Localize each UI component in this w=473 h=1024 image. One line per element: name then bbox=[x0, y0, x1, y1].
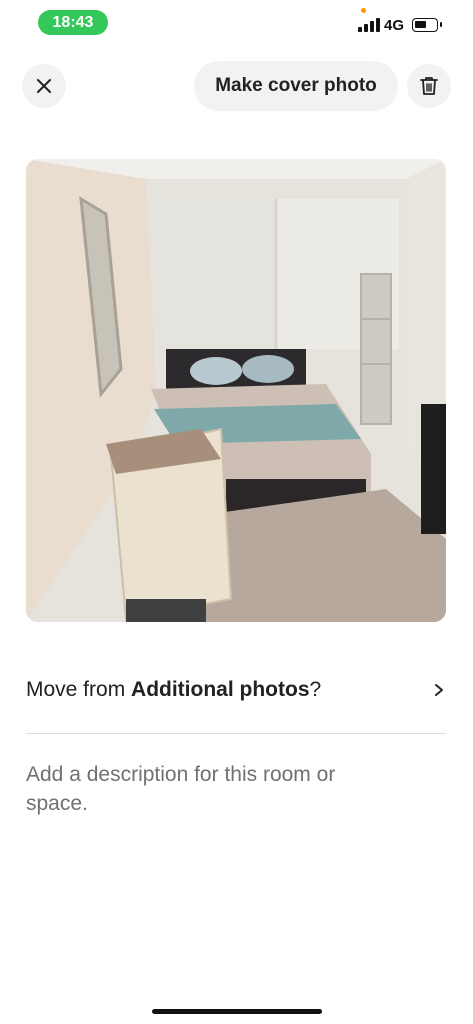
battery-icon bbox=[412, 18, 442, 32]
delete-photo-button[interactable] bbox=[407, 64, 451, 108]
signal-icon bbox=[358, 18, 380, 32]
battery-level bbox=[415, 21, 426, 28]
trash-icon bbox=[420, 77, 438, 95]
move-prefix-text: Move from bbox=[26, 678, 132, 701]
edit-photo-screen: 18:43 4G Make cover photo Move from Addi… bbox=[0, 0, 473, 1024]
chevron-right-icon bbox=[432, 683, 446, 697]
description-input[interactable]: Add a description for this room or space… bbox=[26, 760, 386, 818]
move-from-section-row[interactable]: Move from Additional photos? bbox=[26, 670, 446, 710]
room-photo[interactable] bbox=[26, 159, 446, 622]
bedroom-photo-image bbox=[26, 159, 446, 622]
home-indicator[interactable] bbox=[152, 1009, 322, 1014]
mic-indicator-icon bbox=[361, 8, 366, 13]
close-icon bbox=[37, 79, 51, 93]
network-type: 4G bbox=[384, 17, 405, 34]
move-suffix-text: ? bbox=[309, 678, 322, 701]
move-section-name: Additional photos bbox=[131, 678, 310, 701]
divider bbox=[26, 733, 446, 734]
close-button[interactable] bbox=[22, 64, 66, 108]
make-cover-photo-button[interactable]: Make cover photo bbox=[194, 61, 398, 111]
status-bar: 18:43 4G bbox=[0, 0, 473, 48]
status-time: 18:43 bbox=[38, 10, 108, 35]
move-from-label: Move from Additional photos? bbox=[26, 678, 321, 702]
